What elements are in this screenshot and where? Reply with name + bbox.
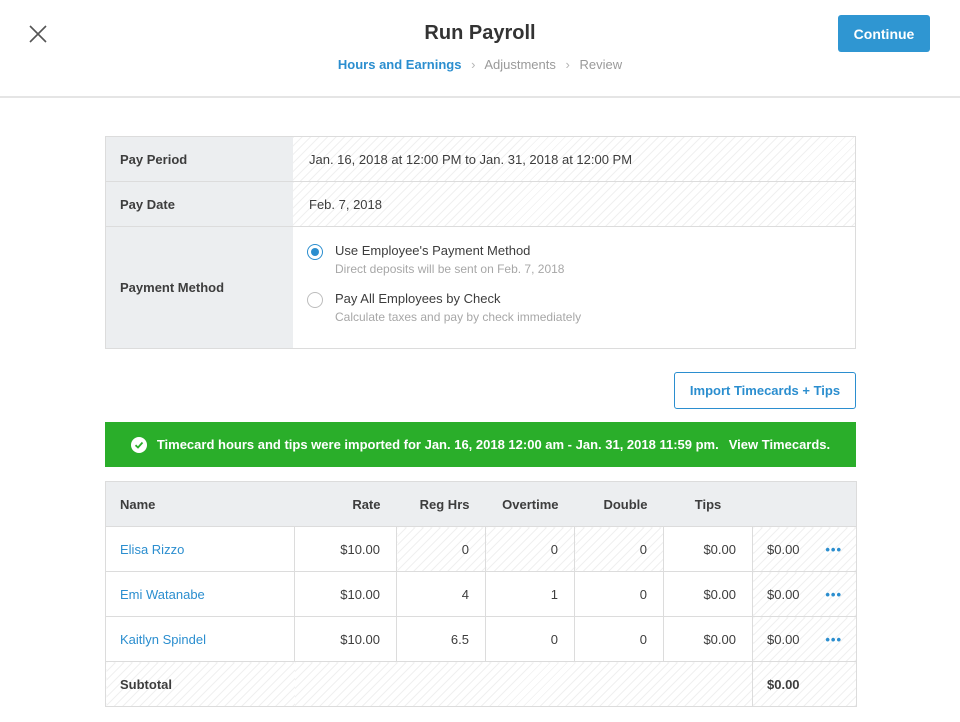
option-pay-by-check[interactable]: Pay All Employees by Check Calculate tax… xyxy=(307,291,855,324)
row-total: $0.00 xyxy=(767,541,800,557)
option-employee-method[interactable]: Use Employee's Payment Method Direct dep… xyxy=(307,243,855,276)
step-review[interactable]: Review xyxy=(579,57,622,72)
row-total: $0.00 xyxy=(767,631,800,647)
page-title: Run Payroll xyxy=(424,22,536,44)
more-options-icon[interactable]: ••• xyxy=(825,632,842,647)
payroll-table: Name Rate Reg Hrs Overtime Double Tips E… xyxy=(105,481,857,707)
rate-cell[interactable]: $10.00 xyxy=(294,616,397,662)
subtotal-row: Subtotal $0.00 xyxy=(105,661,857,707)
row-total: $0.00 xyxy=(767,586,800,602)
overtime-cell[interactable]: 1 xyxy=(485,571,575,617)
option-title: Use Employee's Payment Method xyxy=(335,243,531,258)
subtotal-label: Subtotal xyxy=(105,661,295,707)
banner-text: Timecard hours and tips were imported fo… xyxy=(156,437,719,452)
total-cell: $0.00 ••• xyxy=(752,526,857,572)
payment-method-options: Use Employee's Payment Method Direct dep… xyxy=(293,227,855,348)
check-circle-icon xyxy=(130,436,147,453)
radio-pay-by-check[interactable] xyxy=(307,292,323,308)
total-cell: $0.00 ••• xyxy=(752,616,857,662)
table-row: Elisa Rizzo $10.00 0 0 0 $0.00 $0.00 ••• xyxy=(105,526,857,572)
employee-link[interactable]: Emi Watanabe xyxy=(120,587,205,602)
import-success-banner: Timecard hours and tips were imported fo… xyxy=(105,422,856,467)
more-options-icon[interactable]: ••• xyxy=(825,542,842,557)
reg-hrs-cell: 0 xyxy=(396,526,486,572)
continue-button[interactable]: Continue xyxy=(838,15,930,52)
option-subtitle: Direct deposits will be sent on Feb. 7, … xyxy=(335,262,565,276)
breadcrumb: Hours and Earnings › Adjustments › Revie… xyxy=(0,57,960,72)
col-rate: Rate xyxy=(294,481,397,527)
rate-cell[interactable]: $10.00 xyxy=(294,526,397,572)
subtotal-value: $0.00 xyxy=(752,661,857,707)
step-hours-and-earnings[interactable]: Hours and Earnings xyxy=(338,57,462,72)
radio-employee-method[interactable] xyxy=(307,244,323,260)
col-overtime: Overtime xyxy=(485,481,575,527)
col-name: Name xyxy=(105,481,295,527)
employee-name-cell: Elisa Rizzo xyxy=(105,526,295,572)
col-reg-hrs: Reg Hrs xyxy=(396,481,486,527)
pay-info-panel: Pay Period Jan. 16, 2018 at 12:00 PM to … xyxy=(105,136,856,349)
col-tips: Tips xyxy=(663,481,753,527)
total-cell: $0.00 ••• xyxy=(752,571,857,617)
pay-date-label: Pay Date xyxy=(106,182,293,226)
reg-hrs-cell[interactable]: 6.5 xyxy=(396,616,486,662)
more-options-icon[interactable]: ••• xyxy=(825,587,842,602)
chevron-right-icon: › xyxy=(471,57,476,72)
table-header-row: Name Rate Reg Hrs Overtime Double Tips xyxy=(105,481,857,527)
pay-period-value: Jan. 16, 2018 at 12:00 PM to Jan. 31, 20… xyxy=(293,137,855,181)
tips-cell[interactable]: $0.00 xyxy=(663,526,753,572)
col-total xyxy=(752,481,857,527)
employee-name-cell: Emi Watanabe xyxy=(105,571,295,617)
reg-hrs-cell[interactable]: 4 xyxy=(396,571,486,617)
top-bar: Run Payroll Hours and Earnings › Adjustm… xyxy=(0,0,960,98)
option-subtitle: Calculate taxes and pay by check immedia… xyxy=(335,310,582,324)
double-cell: 0 xyxy=(574,526,664,572)
double-cell[interactable]: 0 xyxy=(574,571,664,617)
pay-date-value: Feb. 7, 2018 xyxy=(293,182,855,226)
view-timecards-link[interactable]: View Timecards. xyxy=(729,437,830,452)
tips-cell[interactable]: $0.00 xyxy=(663,616,753,662)
col-double: Double xyxy=(574,481,664,527)
table-row: Kaitlyn Spindel $10.00 6.5 0 0 $0.00 $0.… xyxy=(105,616,857,662)
rate-cell[interactable]: $10.00 xyxy=(294,571,397,617)
subtotal-spacer xyxy=(294,661,753,707)
employee-link[interactable]: Elisa Rizzo xyxy=(120,542,184,557)
double-cell[interactable]: 0 xyxy=(574,616,664,662)
overtime-cell[interactable]: 0 xyxy=(485,616,575,662)
payment-method-label: Payment Method xyxy=(106,227,293,348)
pay-period-label: Pay Period xyxy=(106,137,293,181)
overtime-cell: 0 xyxy=(485,526,575,572)
import-timecards-button[interactable]: Import Timecards + Tips xyxy=(674,372,856,409)
pay-date-row: Pay Date Feb. 7, 2018 xyxy=(106,182,855,227)
option-title: Pay All Employees by Check xyxy=(335,291,501,306)
step-adjustments[interactable]: Adjustments xyxy=(484,57,556,72)
employee-link[interactable]: Kaitlyn Spindel xyxy=(120,632,206,647)
table-row: Emi Watanabe $10.00 4 1 0 $0.00 $0.00 ••• xyxy=(105,571,857,617)
tips-cell[interactable]: $0.00 xyxy=(663,571,753,617)
pay-period-row: Pay Period Jan. 16, 2018 at 12:00 PM to … xyxy=(106,137,855,182)
employee-name-cell: Kaitlyn Spindel xyxy=(105,616,295,662)
chevron-right-icon: › xyxy=(565,57,570,72)
payment-method-row: Payment Method Use Employee's Payment Me… xyxy=(106,227,855,348)
